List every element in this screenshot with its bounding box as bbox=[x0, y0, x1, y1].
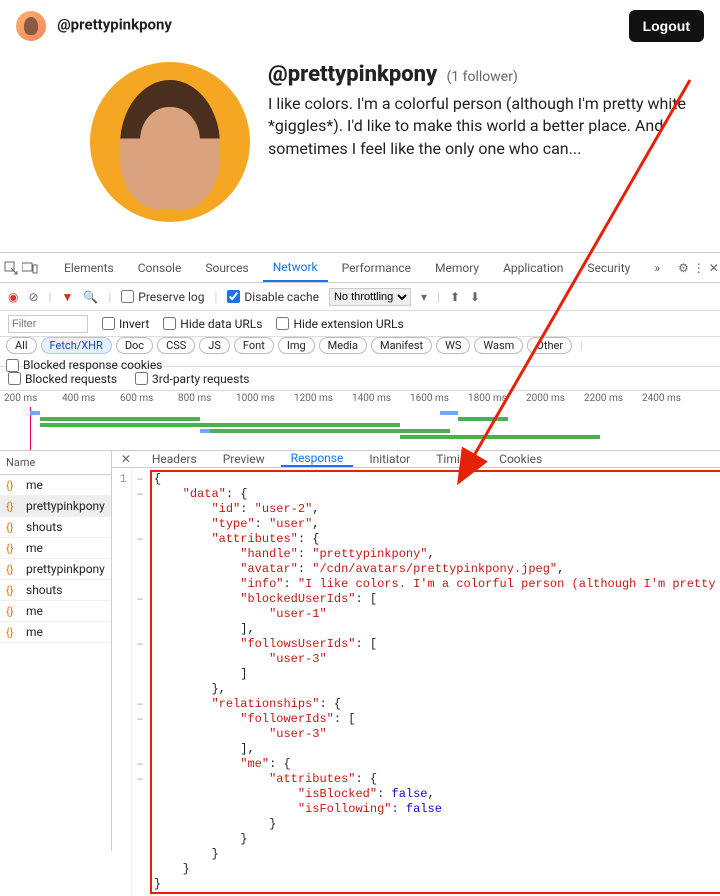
close-icon[interactable]: ✕ bbox=[709, 253, 719, 282]
devtools-tab-strip: ElementsConsoleSourcesNetworkPerformance… bbox=[0, 253, 720, 283]
xhr-icon: {} bbox=[6, 500, 20, 513]
devtools-tab-elements[interactable]: Elements bbox=[54, 253, 124, 282]
network-timeline[interactable]: 200 ms400 ms600 ms800 ms1000 ms1200 ms14… bbox=[0, 391, 720, 451]
xhr-icon: {} bbox=[6, 542, 20, 555]
disable-cache-label: Disable cache bbox=[244, 290, 319, 304]
throttling-select[interactable]: No throttling bbox=[329, 288, 411, 306]
gear-icon[interactable]: ⚙ bbox=[678, 253, 689, 282]
xhr-icon: {} bbox=[6, 584, 20, 597]
hide-data-urls-checkbox[interactable] bbox=[163, 317, 176, 330]
current-user[interactable]: @prettypinkpony bbox=[16, 11, 172, 41]
type-filter-row: AllFetch/XHRDocCSSJSFontImgMediaManifest… bbox=[0, 337, 720, 367]
profile-avatar bbox=[90, 62, 250, 222]
profile-handle: @prettypinkpony bbox=[268, 62, 437, 87]
request-list-header[interactable]: Name bbox=[0, 451, 111, 475]
request-row[interactable]: {}me bbox=[0, 601, 111, 622]
search-icon[interactable]: 🔍 bbox=[83, 290, 98, 304]
filter-input[interactable] bbox=[8, 315, 88, 333]
devtools-tab-performance[interactable]: Performance bbox=[332, 253, 421, 282]
devtools-tab-security[interactable]: Security bbox=[577, 253, 640, 282]
detail-tab-timing[interactable]: Timing bbox=[426, 451, 483, 467]
type-filter-css[interactable]: CSS bbox=[157, 337, 195, 354]
type-filter-all[interactable]: All bbox=[6, 337, 37, 354]
profile-section: @prettypinkpony (1 follower) I like colo… bbox=[0, 46, 720, 252]
logout-button[interactable]: Logout bbox=[629, 10, 704, 42]
type-filter-manifest[interactable]: Manifest bbox=[371, 337, 432, 354]
type-filter-wasm[interactable]: Wasm bbox=[474, 337, 523, 354]
current-user-handle: @prettypinkpony bbox=[57, 15, 172, 33]
type-filter-other[interactable]: Other bbox=[527, 337, 572, 354]
wifi-icon[interactable]: ▾ bbox=[421, 290, 427, 304]
type-filter-ws[interactable]: WS bbox=[436, 337, 470, 354]
devtools-panel: ElementsConsoleSourcesNetworkPerformance… bbox=[0, 252, 720, 851]
type-filter-doc[interactable]: Doc bbox=[116, 337, 153, 354]
hide-extension-urls-checkbox[interactable] bbox=[276, 317, 289, 330]
xhr-icon: {} bbox=[6, 521, 20, 534]
detail-tab-preview[interactable]: Preview bbox=[213, 451, 275, 467]
request-row[interactable]: {}me bbox=[0, 475, 111, 496]
avatar-icon bbox=[16, 11, 46, 41]
line-number: 1 bbox=[112, 472, 127, 486]
device-icon[interactable] bbox=[22, 253, 38, 282]
xhr-icon: {} bbox=[6, 479, 20, 492]
xhr-icon: {} bbox=[6, 626, 20, 639]
invert-checkbox[interactable] bbox=[102, 317, 115, 330]
profile-bio: I like colors. I'm a colorful person (al… bbox=[268, 93, 688, 160]
request-list: Name {}me{}prettypinkpony{}shouts{}me{}p… bbox=[0, 451, 112, 851]
inspect-icon[interactable] bbox=[4, 253, 18, 282]
upload-icon[interactable]: ⬆ bbox=[450, 290, 460, 304]
record-icon[interactable]: ◉ bbox=[8, 290, 18, 304]
type-filter-fetchxhr[interactable]: Fetch/XHR bbox=[41, 337, 112, 354]
detail-tab-response[interactable]: Response bbox=[281, 451, 354, 467]
request-row[interactable]: {}shouts bbox=[0, 517, 111, 538]
detail-tab-headers[interactable]: Headers bbox=[142, 451, 207, 467]
devtools-tab-sources[interactable]: Sources bbox=[195, 253, 258, 282]
preserve-log-label: Preserve log bbox=[138, 290, 204, 304]
detail-tab-initiator[interactable]: Initiator bbox=[359, 451, 420, 467]
request-row[interactable]: {}shouts bbox=[0, 580, 111, 601]
request-row[interactable]: {}prettypinkpony bbox=[0, 496, 111, 517]
type-filter-js[interactable]: JS bbox=[199, 337, 230, 354]
devtools-tab-network[interactable]: Network bbox=[263, 253, 328, 282]
request-row[interactable]: {}me bbox=[0, 538, 111, 559]
response-body[interactable]: 1 ––––––––– { "data": { "id": "user-2", … bbox=[112, 468, 720, 896]
xhr-icon: {} bbox=[6, 605, 20, 618]
xhr-icon: {} bbox=[6, 563, 20, 576]
devtools-tab-console[interactable]: Console bbox=[128, 253, 192, 282]
disable-cache-checkbox[interactable] bbox=[227, 290, 240, 303]
request-detail: ✕ Headers Preview Response Initiator Timing C… bbox=[112, 451, 720, 851]
devtools-tab-application[interactable]: Application bbox=[493, 253, 573, 282]
detail-tab-cookies[interactable]: Cookies bbox=[489, 451, 552, 467]
follower-count: (1 follower) bbox=[447, 69, 518, 85]
tabs-overflow[interactable]: » bbox=[644, 253, 670, 282]
blocked-cookies-checkbox[interactable] bbox=[6, 359, 19, 372]
type-filter-img[interactable]: Img bbox=[278, 337, 315, 354]
preserve-log-checkbox[interactable] bbox=[121, 290, 134, 303]
type-filter-font[interactable]: Font bbox=[234, 337, 274, 354]
clear-icon[interactable]: ⊘ bbox=[28, 290, 38, 304]
blocked-requests-checkbox[interactable] bbox=[8, 372, 21, 385]
kebab-icon[interactable]: ⋮ bbox=[693, 253, 705, 282]
devtools-tab-memory[interactable]: Memory bbox=[425, 253, 489, 282]
download-icon[interactable]: ⬇ bbox=[470, 290, 480, 304]
close-detail-icon[interactable]: ✕ bbox=[116, 452, 136, 466]
request-row[interactable]: {}me bbox=[0, 622, 111, 643]
third-party-checkbox[interactable] bbox=[135, 372, 148, 385]
filter-icon[interactable]: ▼ bbox=[61, 290, 73, 304]
type-filter-media[interactable]: Media bbox=[319, 337, 367, 354]
request-row[interactable]: {}prettypinkpony bbox=[0, 559, 111, 580]
